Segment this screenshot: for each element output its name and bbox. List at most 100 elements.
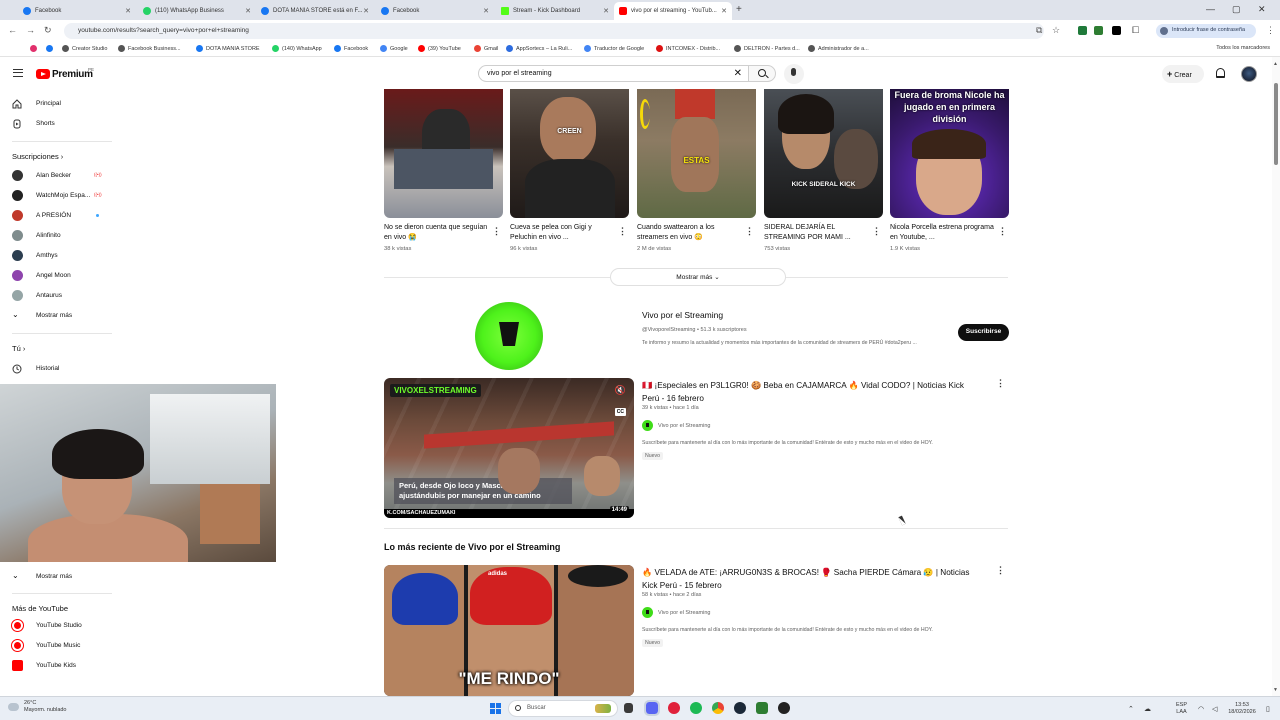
bookmark-item[interactable]: INTCOMEX - Distrib... xyxy=(656,45,720,52)
tray-cloud-icon[interactable]: ☁ xyxy=(1144,705,1151,713)
more-options-icon[interactable]: ⋮ xyxy=(745,226,754,237)
captions-icon[interactable]: CC xyxy=(614,408,626,416)
video-title[interactable]: 🔥 VELADA de ATE: ¡ARRUG0N3S & BROCAS! 🥊 … xyxy=(642,566,982,592)
browser-tab[interactable]: Facebook ✕ xyxy=(376,2,494,20)
bookmark-item[interactable]: DOTA MANIA STORE xyxy=(196,45,260,52)
short-card[interactable]: ESTAS Cuando swattearon a los streamers … xyxy=(637,89,756,252)
short-thumbnail[interactable]: CREEN xyxy=(510,89,629,218)
extension-icon[interactable] xyxy=(1112,26,1121,35)
subscribe-button[interactable]: Suscribirse xyxy=(958,324,1009,341)
install-icon[interactable]: ⧉ xyxy=(1036,25,1042,36)
sidebar-item-subscription[interactable]: Alinfinito xyxy=(0,226,118,246)
bookmark-item[interactable]: DELTRON - Partes d... xyxy=(734,45,800,52)
channel-avatar[interactable] xyxy=(475,302,543,370)
opera-icon[interactable] xyxy=(668,702,680,714)
app-icon[interactable] xyxy=(756,702,768,714)
video-thumbnail[interactable]: adidas "ME RINDO" xyxy=(384,565,634,696)
close-icon[interactable]: ✕ xyxy=(245,7,251,15)
forward-icon[interactable]: → xyxy=(26,25,35,35)
sidebar-item-shorts[interactable]: Shorts xyxy=(0,114,118,134)
close-icon[interactable]: ✕ xyxy=(603,7,609,15)
subscriptions-heading[interactable]: Suscripciones › xyxy=(12,152,63,161)
menu-icon[interactable] xyxy=(13,69,23,77)
browser-tab[interactable]: DOTA MANIA STORE está en F... ✕ xyxy=(256,2,374,20)
short-title[interactable]: Nicola Porcella estrena programa en Yout… xyxy=(890,223,994,243)
obs-icon[interactable] xyxy=(778,702,790,714)
bookmark-item[interactable]: Google xyxy=(380,45,408,52)
browser-tab-active[interactable]: vivo por el streaming - YouTub... ✕ xyxy=(614,2,732,20)
sidebar-item-youtube-studio[interactable]: YouTube Studio xyxy=(0,616,118,636)
short-title[interactable]: Cueva se pelea con Gigi y Peluchin en vi… xyxy=(510,223,614,243)
scroll-up-icon[interactable]: ▲ xyxy=(1273,61,1278,67)
short-card[interactable]: No se dieron cuenta que seguían en vivo … xyxy=(384,89,503,252)
more-options-icon[interactable]: ⋮ xyxy=(996,378,1005,389)
spotify-icon[interactable] xyxy=(690,702,702,714)
create-button[interactable]: + Crear xyxy=(1162,65,1204,83)
browser-tab[interactable]: Stream - Kick Dashboard ✕ xyxy=(496,2,614,20)
sidebar-item-subscription[interactable]: WatchMojo Espa... ((•)) xyxy=(0,186,118,206)
short-thumbnail[interactable]: KICK SIDERAL KICK xyxy=(764,89,883,218)
reload-icon[interactable]: ↻ xyxy=(44,25,52,36)
short-thumbnail[interactable] xyxy=(384,89,503,218)
sidebar-show-more-2[interactable]: ⌄ Mostrar más xyxy=(0,567,118,587)
close-icon[interactable]: ✕ xyxy=(363,7,369,15)
bookmark-item[interactable]: Facebook Business... xyxy=(118,45,181,52)
more-options-icon[interactable]: ⋮ xyxy=(996,565,1005,576)
task-view-icon[interactable] xyxy=(624,703,633,713)
sidebar-item-youtube-music[interactable]: YouTube Music xyxy=(0,636,118,656)
bookmark-item[interactable] xyxy=(30,45,40,52)
close-icon[interactable]: ✕ xyxy=(721,7,727,15)
taskbar-search-input[interactable]: Buscar xyxy=(508,700,618,717)
short-card[interactable]: Fuera de broma Nicole ha jugado en en pr… xyxy=(890,89,1009,252)
back-icon[interactable]: ← xyxy=(8,25,17,35)
minimize-icon[interactable]: — xyxy=(1206,4,1215,14)
bookmark-item[interactable]: Creator Studio xyxy=(62,45,107,52)
short-card[interactable]: KICK SIDERAL KICK SIDERAL DEJARÍA EL STR… xyxy=(764,89,883,252)
menu-dots-icon[interactable]: ⋮ xyxy=(1266,25,1275,36)
mute-icon[interactable]: 🔇 xyxy=(615,385,626,396)
more-options-icon[interactable]: ⋮ xyxy=(872,226,881,237)
avatar[interactable] xyxy=(1241,66,1257,82)
short-thumbnail[interactable]: ESTAS xyxy=(637,89,756,218)
password-prompt[interactable]: Introducir frase de contraseña xyxy=(1156,24,1256,38)
bookmark-star-icon[interactable]: ☆ xyxy=(1052,25,1060,36)
more-options-icon[interactable]: ⋮ xyxy=(492,226,501,237)
bookmark-item[interactable] xyxy=(46,45,56,52)
video-title[interactable]: 🇵🇪 ¡Especiales en P3L1GR0! 🍪 Beba en CAJ… xyxy=(642,379,982,405)
youtube-premium-wordmark[interactable]: Premium xyxy=(52,69,93,80)
browser-tab[interactable]: (110) WhatsApp Business ✕ xyxy=(138,2,256,20)
clock[interactable]: 13:53 18/02/2026 xyxy=(1224,702,1260,716)
sidebar-item-subscription[interactable]: A PRESIÓN xyxy=(0,206,118,226)
scroll-down-icon[interactable]: ▼ xyxy=(1273,687,1278,693)
video-channel[interactable]: Vivo por el Streaming xyxy=(642,420,710,431)
extensions-puzzle-icon[interactable]: ⧠ xyxy=(1132,25,1139,36)
weather-cloud-icon[interactable] xyxy=(8,703,19,711)
language-indicator[interactable]: ESP LAA xyxy=(1176,702,1187,716)
search-input[interactable]: vivo por el streaming ✕ xyxy=(478,65,748,82)
all-bookmarks-folder[interactable]: Todos los marcadores xyxy=(1216,45,1270,51)
short-title[interactable]: Cuando swattearon a los streamers en viv… xyxy=(637,223,741,243)
short-card[interactable]: CREEN Cueva se pelea con Gigi y Peluchin… xyxy=(510,89,629,252)
clear-search-icon[interactable]: ✕ xyxy=(734,68,742,79)
show-more-shorts-button[interactable]: Mostrar más ⌄ xyxy=(610,268,786,286)
sidebar-show-more[interactable]: ⌄ Mostrar más xyxy=(0,306,118,326)
close-icon[interactable]: ✕ xyxy=(483,7,489,15)
bookmark-item[interactable]: Administrador de a... xyxy=(808,45,869,52)
browser-tab[interactable]: Facebook ✕ xyxy=(18,2,136,20)
sidebar-item-subscription[interactable]: Alan Becker ((•)) xyxy=(0,166,118,186)
tray-chevron-up-icon[interactable]: ⌃ xyxy=(1128,705,1134,713)
scrollbar-thumb[interactable] xyxy=(1274,83,1278,165)
wifi-icon[interactable]: ◠ xyxy=(1198,705,1204,713)
maximize-icon[interactable]: ▢ xyxy=(1232,4,1241,15)
windows-start-icon[interactable] xyxy=(490,703,501,714)
sidebar-item-history[interactable]: Historial xyxy=(0,359,118,379)
extension-icon[interactable] xyxy=(1078,26,1087,35)
bookmark-item[interactable]: Facebook xyxy=(334,45,368,52)
you-heading[interactable]: Tú › xyxy=(12,344,25,353)
steam-icon[interactable] xyxy=(734,702,746,714)
bookmark-item[interactable]: Traductor de Google xyxy=(584,45,644,52)
chrome-icon[interactable] xyxy=(712,702,724,714)
page-scrollbar[interactable]: ▲ ▼ xyxy=(1272,57,1280,696)
close-icon[interactable]: ✕ xyxy=(125,7,131,15)
short-title[interactable]: SIDERAL DEJARÍA EL STREAMING POR MAMI ..… xyxy=(764,223,868,243)
